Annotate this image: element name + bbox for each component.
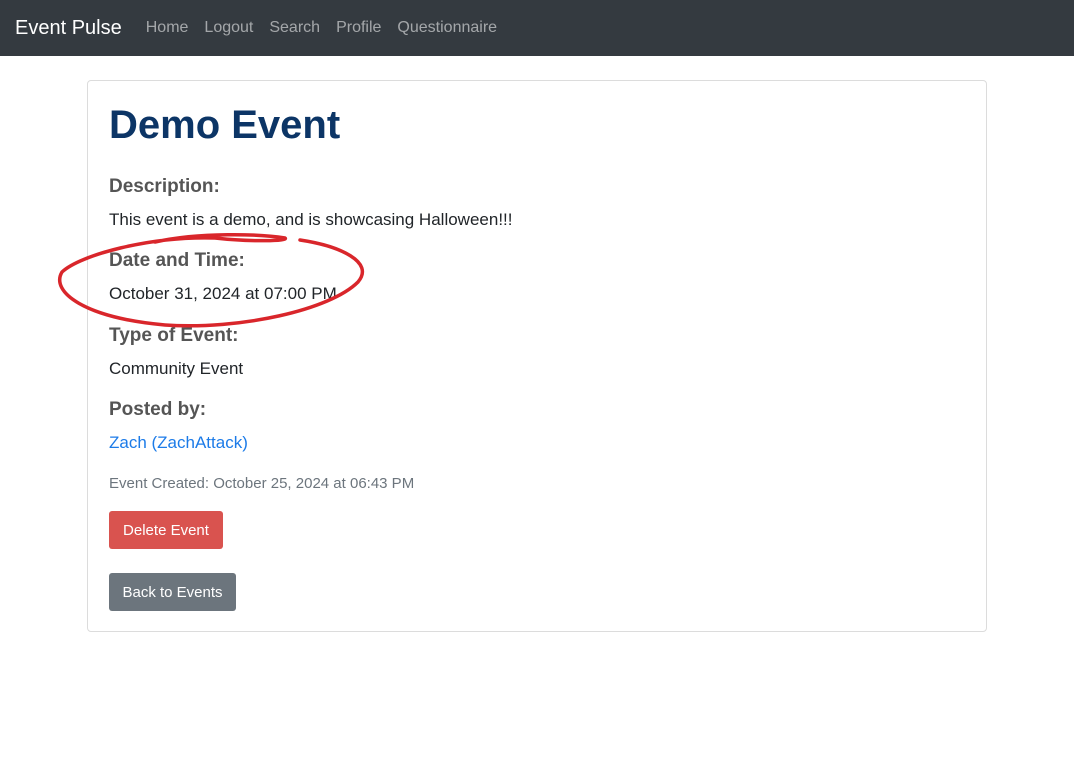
posted-by-value: Zach (ZachAttack) (109, 433, 248, 453)
event-card: Demo Event Description: This event is a … (87, 80, 987, 632)
datetime-text: October 31, 2024 at 07:00 PM (109, 284, 337, 303)
brand-link[interactable]: Event Pulse (15, 17, 122, 40)
delete-event-button[interactable]: Delete Event (109, 511, 223, 549)
description-text: This event is a demo, and is showcasing … (109, 210, 513, 229)
datetime-label: Date and Time: (109, 250, 245, 271)
posted-by-user-link[interactable]: Zach (ZachAttack) (109, 433, 248, 452)
event-title: Demo Event (109, 103, 341, 147)
nav-link-home[interactable]: Home (146, 19, 189, 37)
top-navbar: Event Pulse Home Logout Search Profile Q… (0, 0, 1074, 56)
nav-link-questionnaire[interactable]: Questionnaire (397, 19, 497, 37)
nav-link-logout[interactable]: Logout (204, 19, 253, 37)
nav-link-profile[interactable]: Profile (336, 19, 381, 37)
event-type-label: Type of Event: (109, 325, 239, 346)
posted-by-label: Posted by: (109, 399, 207, 420)
event-type-text: Community Event (109, 359, 244, 378)
event-created-timestamp: Event Created: October 25, 2024 at 06:43… (109, 475, 415, 492)
description-label: Description: (109, 176, 220, 197)
back-to-events-button[interactable]: Back to Events (109, 573, 236, 611)
nav-link-search[interactable]: Search (269, 19, 320, 37)
